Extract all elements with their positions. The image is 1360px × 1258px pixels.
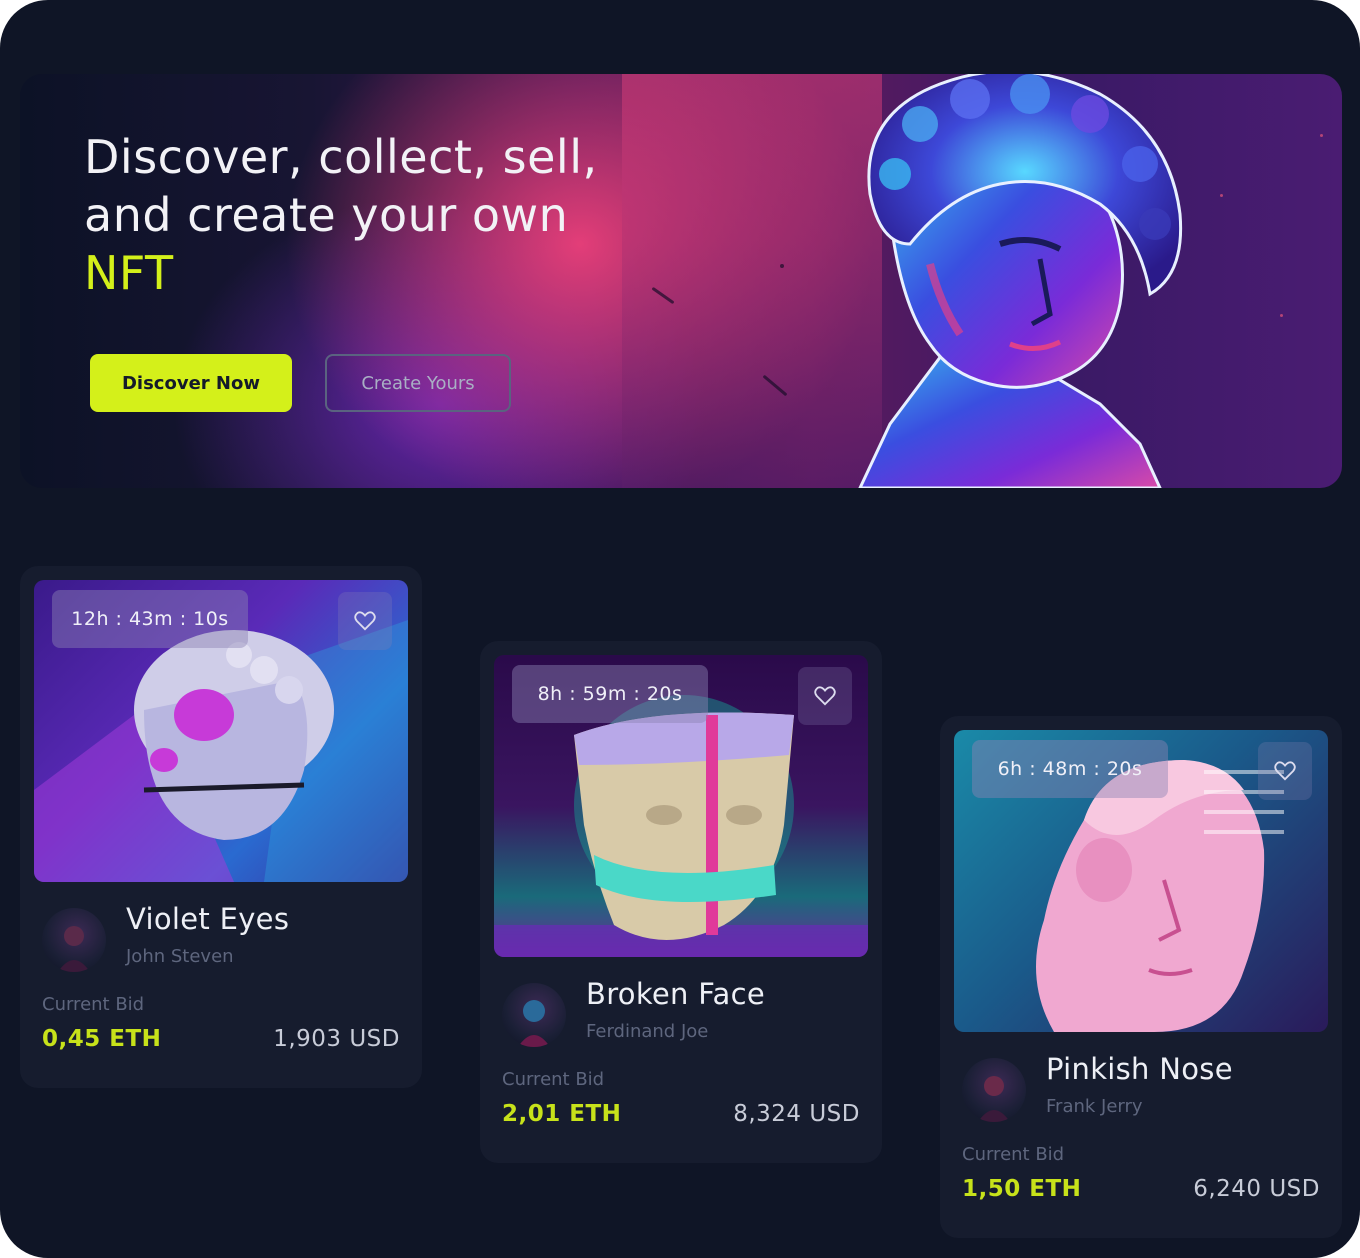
bid-eth-value: 2,01 ETH	[502, 1101, 622, 1127]
hero-statue-image	[800, 74, 1220, 488]
countdown-timer: 8h : 59m : 20s	[512, 665, 708, 723]
hero-speck	[1320, 134, 1323, 137]
creator-name[interactable]: Frank Jerry	[1046, 1096, 1143, 1117]
creator-avatar[interactable]	[962, 1058, 1026, 1122]
creator-name[interactable]: John Steven	[126, 946, 234, 967]
countdown-timer: 12h : 43m : 10s	[52, 590, 248, 648]
nft-card[interactable]: 12h : 43m : 10s Violet Eyes John Steven …	[20, 566, 422, 1088]
hero-title-accent: NFT	[84, 246, 174, 300]
current-bid-label: Current Bid	[42, 994, 145, 1015]
favorite-button[interactable]	[1258, 742, 1312, 800]
bid-eth-value: 1,50 ETH	[962, 1176, 1082, 1202]
heart-icon	[354, 611, 376, 631]
bid-usd-value: 8,324 USD	[733, 1101, 860, 1127]
creator-avatar[interactable]	[502, 983, 566, 1047]
nft-card[interactable]: 8h : 59m : 20s Broken Face Ferdinand Joe…	[480, 641, 882, 1163]
bid-eth-value: 0,45 ETH	[42, 1026, 162, 1052]
app-frame: Discover, collect, sell, and create your…	[0, 0, 1360, 1258]
create-yours-button[interactable]: Create Yours	[325, 354, 511, 412]
hero-title: Discover, collect, sell, and create your…	[84, 128, 644, 302]
nft-image[interactable]: 12h : 43m : 10s	[34, 580, 408, 882]
nft-title[interactable]: Pinkish Nose	[1046, 1052, 1233, 1086]
hero-speck	[1220, 194, 1223, 197]
heart-icon	[1274, 761, 1296, 781]
hero-title-main: Discover, collect, sell, and create your…	[84, 130, 598, 242]
bid-usd-value: 1,903 USD	[273, 1026, 400, 1052]
nft-image[interactable]: 8h : 59m : 20s	[494, 655, 868, 957]
hero-speck	[1280, 314, 1283, 317]
hero-speck	[780, 264, 784, 268]
hero-banner: Discover, collect, sell, and create your…	[20, 74, 1342, 488]
countdown-timer: 6h : 48m : 20s	[972, 740, 1168, 798]
bid-usd-value: 6,240 USD	[1193, 1176, 1320, 1202]
heart-icon	[814, 686, 836, 706]
nft-title[interactable]: Broken Face	[586, 977, 765, 1011]
favorite-button[interactable]	[798, 667, 852, 725]
nft-title[interactable]: Violet Eyes	[126, 902, 289, 936]
favorite-button[interactable]	[338, 592, 392, 650]
creator-avatar[interactable]	[42, 908, 106, 972]
nft-card[interactable]: 6h : 48m : 20s Pinkish Nose Frank Jerry …	[940, 716, 1342, 1238]
discover-now-button[interactable]: Discover Now	[90, 354, 292, 412]
current-bid-label: Current Bid	[962, 1144, 1065, 1165]
nft-image[interactable]: 6h : 48m : 20s	[954, 730, 1328, 1032]
creator-name[interactable]: Ferdinand Joe	[586, 1021, 708, 1042]
current-bid-label: Current Bid	[502, 1069, 605, 1090]
